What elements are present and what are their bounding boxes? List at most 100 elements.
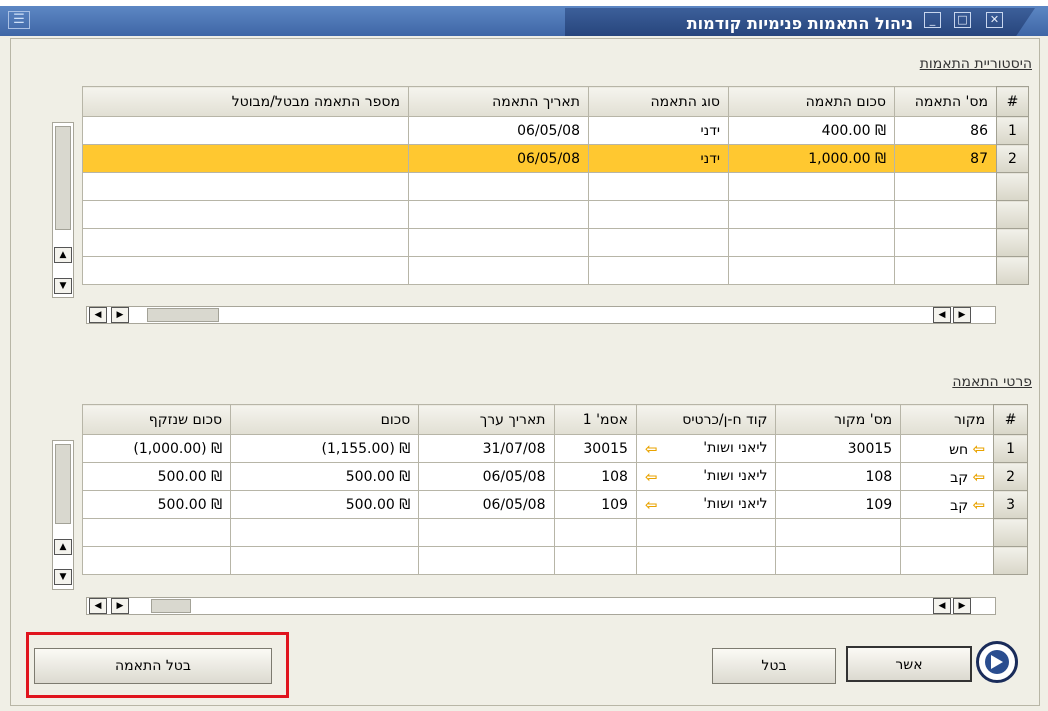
details-col-value-date[interactable]: תאריך ערך [418,404,555,435]
history-row-empty[interactable] [82,228,1029,257]
cell-type[interactable]: ידני [588,144,729,173]
cell-applied[interactable]: ₪ 500.00 [81,490,232,519]
history-row[interactable]: 1 86 ₪ 400.00 ידני 06/05/08 [82,116,1029,145]
cell-applied[interactable]: ₪ (1,000.00) [81,434,232,463]
row-header[interactable] [993,518,1028,547]
row-header[interactable] [996,172,1029,201]
history-row-empty[interactable] [82,172,1029,201]
cell-amount[interactable]: ₪ 500.00 [230,462,420,491]
cell-cancel-no[interactable] [82,116,409,145]
cell-date[interactable]: 06/05/08 [408,144,589,173]
link-arrow-icon[interactable]: ⇦ [973,496,986,514]
scroll-left-icon[interactable]: ◀ [89,598,107,614]
cell-source-no[interactable]: 108 [775,462,902,491]
cell-source-no[interactable]: 109 [775,490,902,519]
details-col-ref1[interactable]: אסמ' 1 [553,404,637,435]
scroll-down-icon[interactable]: ▼ [54,278,72,294]
cell-source[interactable]: ⇦ חש [900,434,995,463]
details-row[interactable]: 2 ⇦ קב 108 ליאני ושות' ⇦ 108 06/05/08 ₪ 5… [81,462,1028,491]
history-col-match-no[interactable]: מס' התאמה [894,86,997,117]
history-col-cancel-no[interactable]: מספר התאמה מבטל/מבוטל [82,86,409,117]
cell-value-date[interactable]: 06/05/08 [418,462,555,491]
maximize-icon[interactable]: □ [954,12,971,28]
row-header[interactable]: 3 [993,490,1028,519]
scroll-up-icon[interactable]: ▲ [54,247,72,263]
cell-ref1[interactable]: 108 [553,462,637,491]
details-col-source[interactable]: מקור [900,404,995,435]
cell-ref1[interactable]: 30015 [553,434,637,463]
history-row-empty[interactable] [82,256,1029,285]
details-col-applied[interactable]: סכום שנזקף [81,404,232,435]
history-table: # מס' התאמה סכום התאמה סוג התאמה תאריך ה… [82,86,1029,285]
scroll-right-icon[interactable]: ▶ [111,598,129,614]
details-row-empty[interactable] [81,546,1028,575]
details-row-empty[interactable] [81,518,1028,547]
link-arrow-icon[interactable]: ⇦ [645,496,658,514]
cell-source[interactable]: ⇦ קב [900,490,995,519]
cell-type[interactable]: ידני [588,116,729,145]
row-header[interactable] [993,546,1028,575]
cancel-button[interactable]: בטל [712,648,836,684]
cell-account[interactable]: ליאני ושות' ⇦ [635,462,777,491]
scroll-down-icon[interactable]: ▼ [54,569,72,585]
scroll-up-icon[interactable]: ▲ [54,539,72,555]
cell-match-no[interactable]: 86 [894,116,997,145]
scroll-thumb[interactable] [55,444,71,524]
cancel-match-button[interactable]: בטל התאמה [34,648,272,684]
scroll-thumb[interactable] [147,308,219,322]
scroll-thumb[interactable] [55,126,71,230]
menu-icon[interactable]: ☰ [8,11,30,29]
scroll-left-icon[interactable]: ◀ [933,598,951,614]
details-row[interactable]: 3 ⇦ קב 109 ליאני ושות' ⇦ 109 06/05/08 ₪ 5… [81,490,1028,519]
cell-amount[interactable]: ₪ 400.00 [728,116,895,145]
link-arrow-icon[interactable]: ⇦ [645,440,658,458]
minimize-icon[interactable]: _ [924,12,941,28]
details-col-amount[interactable]: סכום [230,404,420,435]
cell-account[interactable]: ליאני ושות' ⇦ [635,434,777,463]
row-header[interactable] [996,200,1029,229]
history-horizontal-scrollbar[interactable]: ◀ ▶ ◀ ▶ [86,306,996,324]
cell-cancel-no[interactable] [82,144,409,173]
cell-source[interactable]: ⇦ קב [900,462,995,491]
scroll-left-icon[interactable]: ◀ [89,307,107,323]
ok-button[interactable]: אשר [846,646,972,682]
cell-date[interactable]: 06/05/08 [408,116,589,145]
cell-value-date[interactable]: 31/07/08 [418,434,555,463]
history-col-date[interactable]: תאריך התאמה [408,86,589,117]
row-header[interactable]: 2 [993,462,1028,491]
history-row-empty[interactable] [82,200,1029,229]
row-header[interactable]: 1 [996,116,1029,145]
row-header[interactable] [996,228,1029,257]
details-horizontal-scrollbar[interactable]: ◀ ▶ ◀ ▶ [86,597,996,615]
cell-value-date[interactable]: 06/05/08 [418,490,555,519]
link-arrow-icon[interactable]: ⇦ [973,468,986,486]
cell-ref1[interactable]: 109 [553,490,637,519]
enter-icon[interactable] [976,641,1018,683]
cell-amount[interactable]: ₪ 500.00 [230,490,420,519]
history-vertical-scrollbar[interactable]: ▲ ▼ [52,122,74,298]
details-vertical-scrollbar[interactable]: ▲ ▼ [52,440,74,590]
link-arrow-icon[interactable]: ⇦ [973,440,986,458]
cell-account[interactable]: ליאני ושות' ⇦ [635,490,777,519]
scroll-right-icon[interactable]: ▶ [111,307,129,323]
details-col-account[interactable]: קוד ח-ן/כרטיס [635,404,777,435]
cell-amount[interactable]: ₪ 1,000.00 [728,144,895,173]
cell-applied[interactable]: ₪ 500.00 [81,462,232,491]
details-row[interactable]: 1 ⇦ חש 30015 ליאני ושות' ⇦ 30015 31/07/08… [81,434,1028,463]
scroll-left-icon[interactable]: ◀ [933,307,951,323]
history-row-selected[interactable]: 2 87 ₪ 1,000.00 ידני 06/05/08 [82,144,1029,173]
history-col-type[interactable]: סוג התאמה [588,86,729,117]
cell-source-no[interactable]: 30015 [775,434,902,463]
close-icon[interactable]: ✕ [986,12,1003,28]
row-header[interactable]: 1 [993,434,1028,463]
cell-amount[interactable]: ₪ (1,155.00) [230,434,420,463]
scroll-right-icon[interactable]: ▶ [953,598,971,614]
scroll-right-icon[interactable]: ▶ [953,307,971,323]
row-header[interactable] [996,256,1029,285]
link-arrow-icon[interactable]: ⇦ [645,468,658,486]
details-col-source-no[interactable]: מס' מקור [775,404,902,435]
row-header[interactable]: 2 [996,144,1029,173]
scroll-thumb[interactable] [151,599,191,613]
cell-match-no[interactable]: 87 [894,144,997,173]
history-col-amount[interactable]: סכום התאמה [728,86,895,117]
